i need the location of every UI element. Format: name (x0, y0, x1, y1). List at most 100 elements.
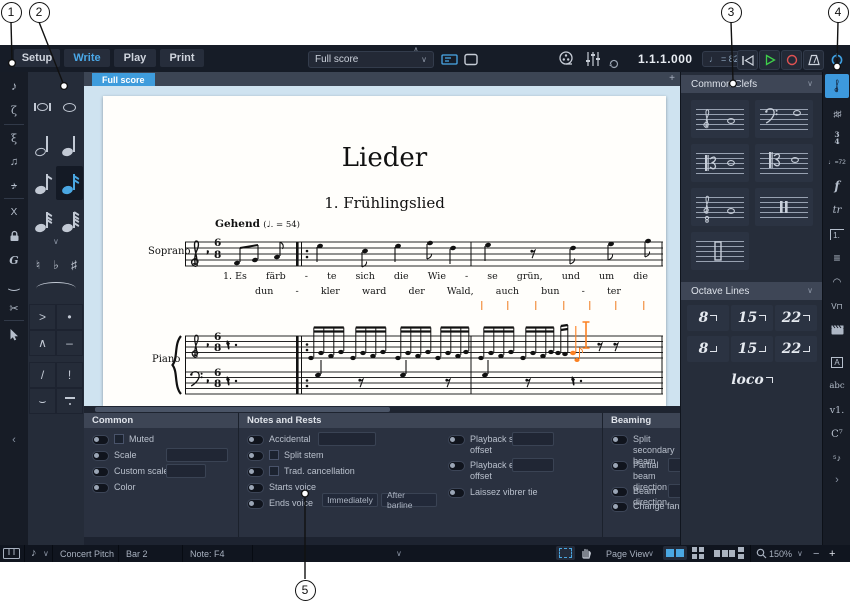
octave-15ma-button[interactable]: 15 (731, 305, 773, 331)
toggle[interactable] (448, 435, 465, 445)
select-arrow-icon[interactable] (2, 324, 26, 344)
duration-eighth-button[interactable] (29, 166, 56, 200)
chevron-down-icon[interactable]: ∨ (396, 550, 402, 558)
rewind-to-start-button[interactable] (737, 50, 758, 70)
common-clefs-header[interactable]: Common Clefs ∨ (681, 75, 823, 93)
layout-selector[interactable]: Full score ∨ (308, 51, 434, 68)
scale-dropdown[interactable] (166, 448, 228, 462)
zoom-magnifier-icon[interactable] (756, 548, 767, 561)
octave-15mb-button[interactable]: 15 (731, 336, 773, 362)
dynamics-icon[interactable]: f (825, 176, 849, 196)
tenor-clef-button[interactable] (755, 144, 813, 182)
insert-icon[interactable]: X (2, 202, 26, 222)
hand-tool-icon[interactable] (579, 546, 593, 562)
properties-group-beaming[interactable]: Beaming (603, 413, 680, 428)
force-duration-icon[interactable]: G (2, 250, 26, 270)
property-scale[interactable]: Scale (92, 450, 137, 461)
canvas-h-scrollbar[interactable] (84, 406, 680, 413)
ornaments-icon[interactable]: tr (825, 200, 849, 220)
scrollbar-thumb[interactable] (95, 407, 390, 412)
grid-view-icon[interactable] (692, 547, 704, 559)
property-change-fanned-beam[interactable]: Change fanned beam dir (611, 501, 680, 512)
slur-button[interactable] (30, 280, 82, 296)
rests-icon[interactable]: ζ (2, 100, 26, 120)
natural-button[interactable]: ♮ (29, 256, 47, 274)
frames-icon[interactable]: A (825, 352, 849, 372)
page-view-toggle-icon[interactable] (463, 53, 479, 71)
duration-whole-button[interactable] (56, 90, 83, 124)
bass-clef-button[interactable] (755, 100, 813, 138)
toggle[interactable] (247, 483, 264, 493)
figured-bass-icon[interactable]: ⁵♪ (825, 448, 849, 468)
property-accidental[interactable]: Accidental (247, 434, 311, 445)
vertical-pages-icon[interactable] (738, 547, 744, 559)
ties-icon[interactable]: ‿ (2, 274, 26, 294)
tab-print[interactable]: Print (160, 49, 204, 67)
beam-direction-dropdown-clipped[interactable] (668, 484, 680, 498)
octave-22mb-button[interactable]: 22 (775, 336, 817, 362)
toggle[interactable] (92, 483, 109, 493)
grace-notes-icon[interactable]: ξ (2, 128, 26, 148)
property-split-stem[interactable]: Split stem (247, 450, 324, 461)
lock-durations-icon[interactable] (2, 226, 26, 246)
metronome-button[interactable] (803, 50, 824, 70)
staccato-button[interactable]: • (56, 304, 83, 330)
octave-8vb-button[interactable]: 8 (687, 336, 729, 362)
playing-techniques-icon[interactable]: V⊓ (825, 296, 849, 316)
spreads-view-selected[interactable] (663, 546, 687, 560)
collapse-left-panel-icon[interactable]: ‹ (2, 430, 26, 450)
repeat-endings-icon[interactable]: 1. (825, 224, 849, 244)
stress-button[interactable]: / (29, 362, 56, 388)
zoom-level[interactable]: 150% (769, 549, 792, 559)
concert-pitch-status[interactable]: Concert Pitch (60, 549, 114, 559)
playback-start-input[interactable] (512, 432, 554, 446)
accent-button[interactable]: > (29, 304, 56, 330)
flat-button[interactable]: ♭ (47, 256, 65, 274)
key-signatures-icon[interactable]: ♯♯ (825, 104, 849, 124)
checkbox[interactable] (114, 434, 124, 444)
note-duration-status-icon[interactable]: ♪ (31, 547, 37, 559)
score-canvas[interactable]: Lieder 1. Frühlingslied Gehend (♩. = 54)… (84, 86, 680, 413)
video-reel-icon[interactable] (556, 50, 576, 73)
duration-sixteenth-button-selected[interactable] (56, 166, 83, 200)
duration-half-button[interactable] (29, 128, 56, 162)
toggle[interactable] (247, 451, 264, 461)
loco-button[interactable]: loco (721, 367, 783, 393)
tab-setup[interactable]: Setup (14, 49, 60, 67)
property-starts-voice[interactable]: Starts voice (247, 482, 316, 493)
page-view-selector[interactable]: Page View (606, 549, 649, 559)
play-button[interactable] (759, 50, 780, 70)
accidental-dropdown[interactable] (318, 432, 376, 446)
add-tab-button[interactable]: + (669, 73, 675, 84)
toggle[interactable] (611, 461, 628, 471)
alto-clef-button[interactable] (691, 144, 749, 182)
octave-lines-header[interactable]: Octave Lines ∨ (681, 282, 823, 300)
holds-fermata-icon[interactable]: ◠ (825, 272, 849, 292)
zoom-out-button[interactable]: − (813, 548, 819, 560)
horizontal-pages-icon[interactable] (714, 550, 735, 557)
toggle[interactable] (448, 488, 465, 498)
keyboard-icon[interactable] (3, 548, 20, 561)
tuplets-icon[interactable]: ♫ (2, 152, 26, 172)
chevron-down-icon[interactable]: ∨ (648, 550, 654, 558)
toggle[interactable] (247, 435, 264, 445)
treble-clef-8vb-button[interactable] (691, 188, 749, 226)
staccatissimo-button[interactable]: ! (56, 362, 83, 388)
note-input-icon[interactable]: ♪ (2, 76, 26, 96)
properties-group-common[interactable]: Common (84, 413, 238, 428)
tempo-icon[interactable]: ♩=72 (825, 152, 849, 172)
octave-22ma-button[interactable]: 22 (775, 305, 817, 331)
percussion-clef-button[interactable] (755, 188, 813, 226)
marcato-button[interactable]: ∧ (29, 330, 56, 356)
playback-end-input[interactable] (512, 458, 554, 472)
property-trad-cancellation[interactable]: Trad. cancellation (247, 466, 355, 477)
tenuto-button[interactable]: – (56, 330, 83, 356)
loure-button[interactable] (56, 388, 83, 414)
treble-clef-button[interactable] (691, 100, 749, 138)
lyrics-icon[interactable]: abc (825, 376, 849, 396)
tab-write[interactable]: Write (64, 49, 110, 67)
checkbox[interactable] (269, 450, 279, 460)
time-signatures-icon[interactable]: 3 4 (825, 128, 849, 148)
tab-play[interactable]: Play (114, 49, 156, 67)
mixer-icon[interactable] (584, 50, 602, 73)
